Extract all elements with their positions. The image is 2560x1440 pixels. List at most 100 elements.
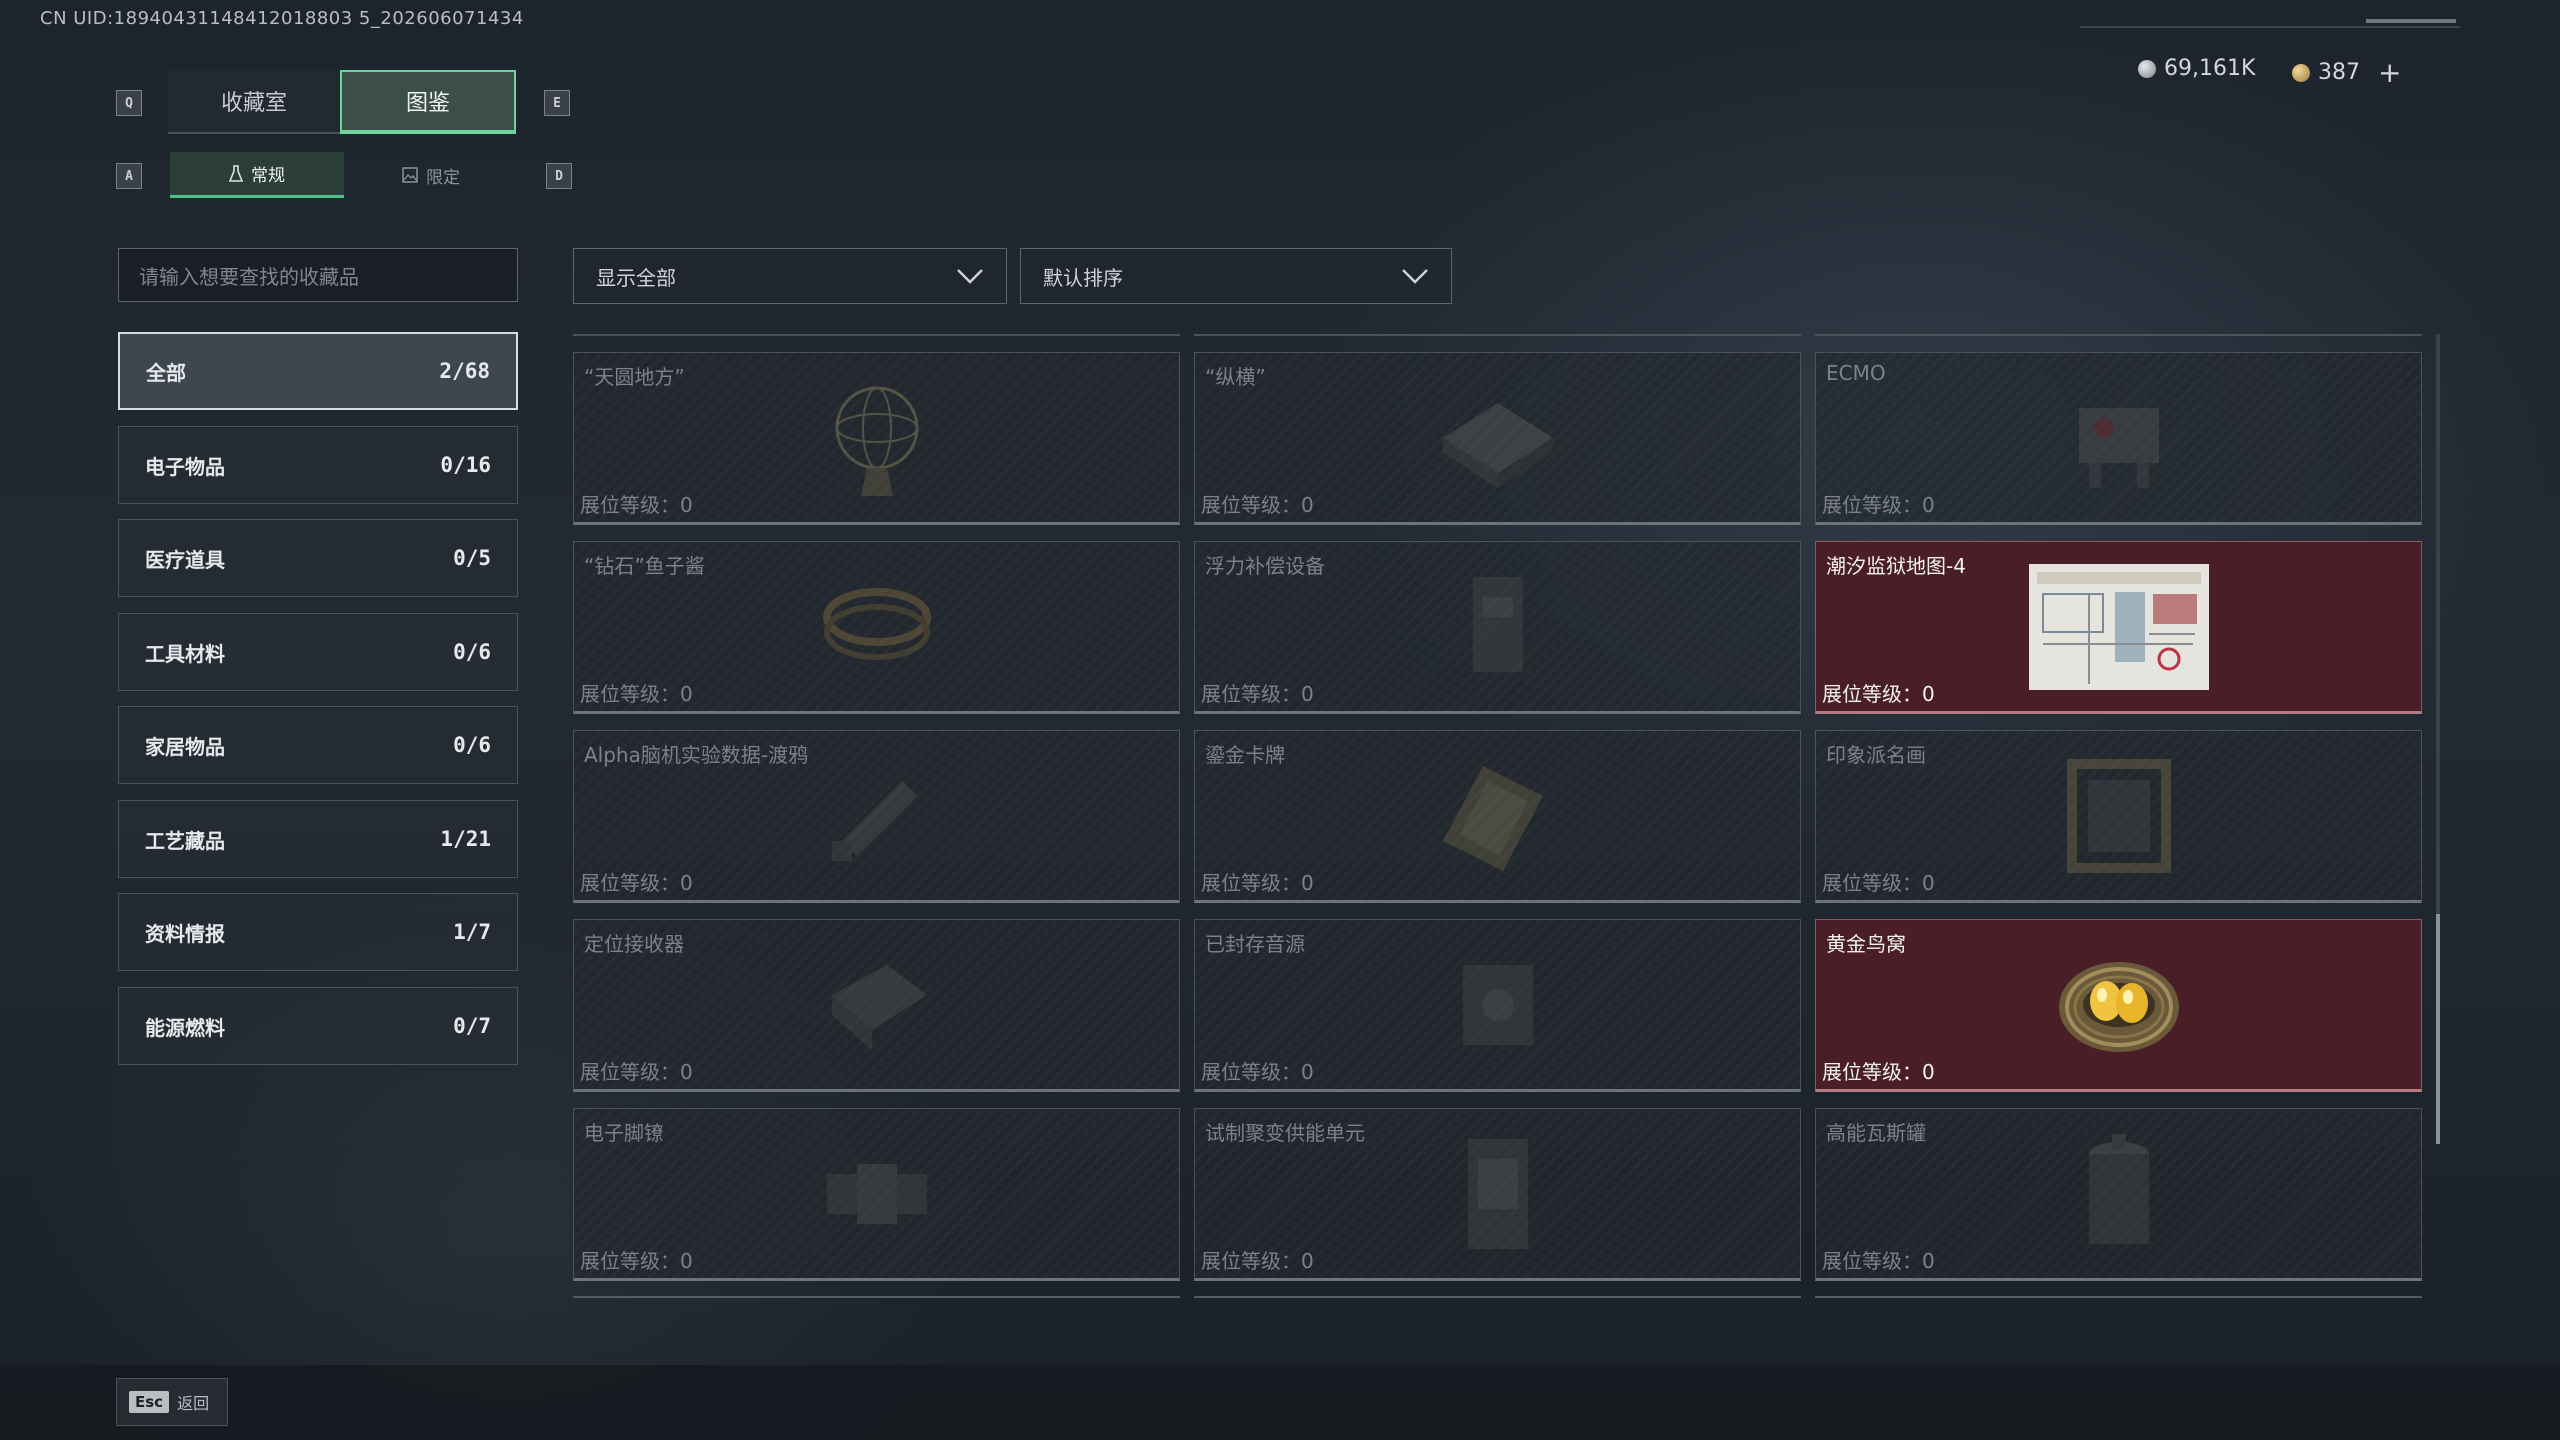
vest-icon xyxy=(1472,576,1523,672)
item-name: 浮力补偿设备 xyxy=(1205,554,1325,578)
item-card[interactable]: 浮力补偿设备 展位等级：0 xyxy=(1194,541,1801,714)
key-hint-d: D xyxy=(546,163,572,189)
item-name: 定位接收器 xyxy=(584,932,684,956)
item-level: 展位等级：0 xyxy=(1201,682,1314,706)
item-card[interactable]: 定位接收器 展位等级：0 xyxy=(573,919,1180,1092)
item-card[interactable]: “天圆地方” 展位等级：0 xyxy=(573,352,1180,525)
item-level: 展位等级：0 xyxy=(580,682,693,706)
category-count: 0/6 xyxy=(453,640,491,664)
item-name: ECMO xyxy=(1826,361,1886,385)
item-name: 黄金鸟窝 xyxy=(1826,932,1906,956)
sort-dropdown[interactable]: 默认排序 xyxy=(1020,248,1452,304)
subtab-limited[interactable]: 限定 xyxy=(344,152,518,198)
search-input[interactable]: 请输入想要查找的收藏品 xyxy=(118,248,518,302)
grid-scrollbar[interactable] xyxy=(2436,334,2440,1144)
item-level: 展位等级：0 xyxy=(580,1060,693,1084)
item-name: 试制聚变供能单元 xyxy=(1205,1121,1365,1145)
category-count: 1/21 xyxy=(440,827,491,851)
chessboard-icon xyxy=(1442,402,1553,488)
item-level: 展位等级：0 xyxy=(580,1249,693,1273)
category-label: 工艺藏品 xyxy=(145,828,225,853)
item-level: 展位等级：0 xyxy=(1822,682,1935,706)
category-label: 能源燃料 xyxy=(145,1015,225,1040)
flask-icon xyxy=(229,164,243,182)
sub-tabs: 常规 限定 xyxy=(170,152,518,198)
item-name: 电子脚镣 xyxy=(584,1121,664,1145)
item-name: 印象派名画 xyxy=(1826,743,1926,767)
top-divider-accent xyxy=(2366,19,2456,23)
category-all[interactable]: 全部 2/68 xyxy=(118,332,518,410)
item-card[interactable]: 高能瓦斯罐 展位等级：0 xyxy=(1815,1108,2422,1281)
category-label: 家居物品 xyxy=(145,734,225,759)
item-card[interactable]: Alpha脑机实验数据-渡鸦 展位等级：0 xyxy=(573,730,1180,903)
esc-key-hint: Esc xyxy=(129,1391,170,1413)
receiver-icon xyxy=(831,964,927,1050)
silver-coin-icon xyxy=(2138,59,2156,78)
category-label: 资料情报 xyxy=(145,921,225,946)
category-count: 1/7 xyxy=(453,920,491,944)
item-level: 展位等级：0 xyxy=(1822,493,1935,517)
drive-icon xyxy=(831,780,917,861)
key-hint-e: E xyxy=(544,90,570,116)
key-hint-q: Q xyxy=(116,90,142,116)
item-name: “纵横” xyxy=(1205,365,1266,389)
card-icon xyxy=(1442,765,1543,871)
gas-tank-icon xyxy=(2088,1133,2149,1244)
painting-icon xyxy=(2066,758,2171,873)
tab-catalog[interactable]: 图鉴 xyxy=(340,70,516,134)
back-label: 返回 xyxy=(177,1394,210,1413)
item-level: 展位等级：0 xyxy=(1822,1249,1935,1273)
silver-currency: 69,161K xyxy=(2138,56,2255,81)
item-card[interactable]: “钻石”鱼子酱 展位等级：0 xyxy=(573,541,1180,714)
top-divider xyxy=(2080,26,2460,28)
category-label: 电子物品 xyxy=(145,454,225,479)
fusion-cell-icon xyxy=(1467,1138,1528,1249)
item-name: 已封存音源 xyxy=(1205,932,1305,956)
back-button[interactable]: Esc 返回 xyxy=(116,1378,228,1426)
footer-bar xyxy=(0,1365,2560,1440)
item-level: 展位等级：0 xyxy=(1201,493,1314,517)
item-name: 鎏金卡牌 xyxy=(1205,743,1285,767)
category-intel[interactable]: 资料情报 1/7 xyxy=(118,893,518,971)
item-card[interactable]: 印象派名画 展位等级：0 xyxy=(1815,730,2422,903)
item-card[interactable]: 试制聚变供能单元 展位等级：0 xyxy=(1194,1108,1801,1281)
item-card[interactable]: 已封存音源 展位等级：0 xyxy=(1194,919,1801,1092)
category-count: 0/7 xyxy=(453,1014,491,1038)
category-crafts[interactable]: 工艺藏品 1/21 xyxy=(118,800,518,878)
item-card[interactable]: ECMO 展位等级：0 xyxy=(1815,352,2422,525)
subtab-regular[interactable]: 常规 xyxy=(170,152,344,198)
item-card-owned[interactable]: 潮汐监狱地图-4 展位等级：0 xyxy=(1815,541,2422,714)
category-household[interactable]: 家居物品 0/6 xyxy=(118,706,518,784)
category-count: 2/68 xyxy=(439,359,490,383)
row-edge xyxy=(1194,1296,1801,1305)
item-card[interactable]: 电子脚镣 展位等级：0 xyxy=(573,1108,1180,1281)
item-name: “钻石”鱼子酱 xyxy=(584,554,705,578)
category-count: 0/5 xyxy=(453,546,491,570)
uid-label: CN UID:18940431148412018803 5_2026060714… xyxy=(40,8,524,29)
category-label: 全部 xyxy=(146,360,186,385)
subtab-limited-label: 限定 xyxy=(426,167,460,188)
row-edge xyxy=(1815,330,2422,336)
add-currency-button[interactable]: + xyxy=(2378,56,2401,89)
map-icon xyxy=(2028,563,2209,690)
scrollbar-thumb[interactable] xyxy=(2436,914,2440,1144)
anklet-icon xyxy=(826,1163,927,1224)
category-label: 医疗道具 xyxy=(145,547,225,572)
category-energy[interactable]: 能源燃料 0/7 xyxy=(118,987,518,1065)
filter-dropdown[interactable]: 显示全部 xyxy=(573,248,1007,304)
item-card[interactable]: “纵横” 展位等级：0 xyxy=(1194,352,1801,525)
category-electronics[interactable]: 电子物品 0/16 xyxy=(118,426,518,504)
item-level: 展位等级：0 xyxy=(1201,1060,1314,1084)
row-edge xyxy=(573,330,1180,336)
gold-currency: 387 + xyxy=(2292,56,2401,89)
key-hint-a: A xyxy=(116,163,142,189)
item-card[interactable]: 鎏金卡牌 展位等级：0 xyxy=(1194,730,1801,903)
tab-collection-room[interactable]: 收藏室 xyxy=(168,70,340,134)
item-card-owned[interactable]: 黄金鸟窝 展位等级：0 xyxy=(1815,919,2422,1092)
tin-icon xyxy=(822,587,931,660)
category-medical[interactable]: 医疗道具 0/5 xyxy=(118,519,518,597)
row-edge xyxy=(1815,1296,2422,1305)
category-tools[interactable]: 工具材料 0/6 xyxy=(118,613,518,691)
sort-dropdown-value: 默认排序 xyxy=(1043,265,1123,290)
item-level: 展位等级：0 xyxy=(580,493,693,517)
